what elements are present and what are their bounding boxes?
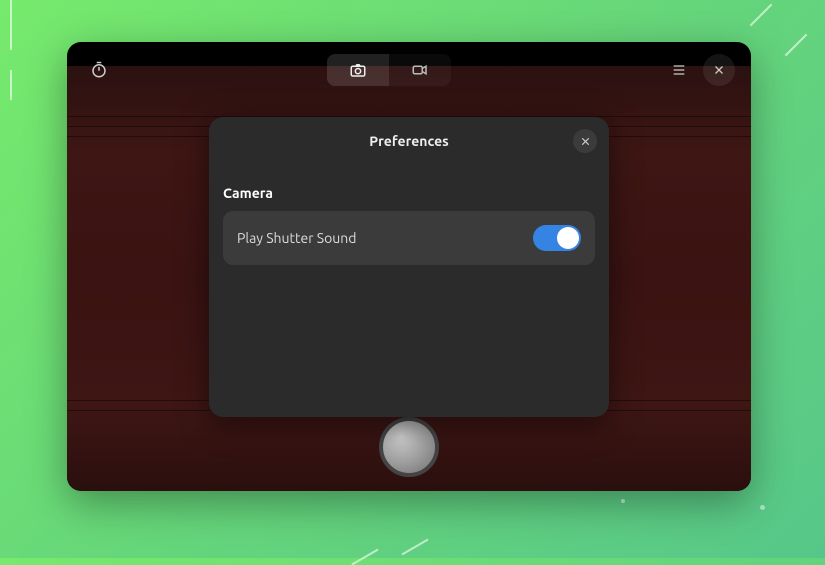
preferences-title: Preferences (369, 133, 449, 149)
toggle-knob (557, 227, 579, 249)
mode-switcher (327, 54, 451, 86)
video-icon (411, 61, 429, 79)
timer-icon (90, 61, 108, 79)
play-shutter-sound-toggle[interactable] (533, 225, 581, 251)
headerbar-right (663, 54, 735, 86)
play-shutter-sound-label: Play Shutter Sound (237, 230, 356, 246)
preferences-header: Preferences (209, 117, 609, 165)
camera-icon (349, 61, 367, 79)
play-shutter-sound-row: Play Shutter Sound (223, 211, 595, 265)
wallpaper-deco (402, 539, 429, 556)
preferences-dialog: Preferences Camera Play Shutter Sound (209, 117, 609, 417)
video-mode-button[interactable] (389, 54, 451, 86)
photo-mode-button[interactable] (327, 54, 389, 86)
countdown-timer-button[interactable] (83, 54, 115, 86)
wallpaper-deco (750, 4, 773, 27)
close-icon (713, 64, 725, 76)
primary-menu-button[interactable] (663, 54, 695, 86)
shutter-button[interactable] (379, 417, 439, 477)
wallpaper-deco (760, 505, 765, 510)
wallpaper-deco (352, 549, 379, 565)
close-icon (580, 136, 591, 147)
wallpaper-deco (785, 34, 808, 57)
wallpaper-deco (621, 499, 625, 503)
window-close-button[interactable] (703, 54, 735, 86)
hamburger-icon (671, 62, 687, 78)
headerbar-left (83, 54, 115, 86)
preferences-section-heading: Camera (223, 185, 595, 201)
headerbar (67, 42, 751, 98)
wallpaper-deco (10, 70, 12, 100)
preferences-body: Camera Play Shutter Sound (209, 165, 609, 279)
camera-app-window: Preferences Camera Play Shutter Sound (67, 42, 751, 491)
wallpaper-deco (10, 0, 12, 50)
preferences-close-button[interactable] (573, 129, 597, 153)
